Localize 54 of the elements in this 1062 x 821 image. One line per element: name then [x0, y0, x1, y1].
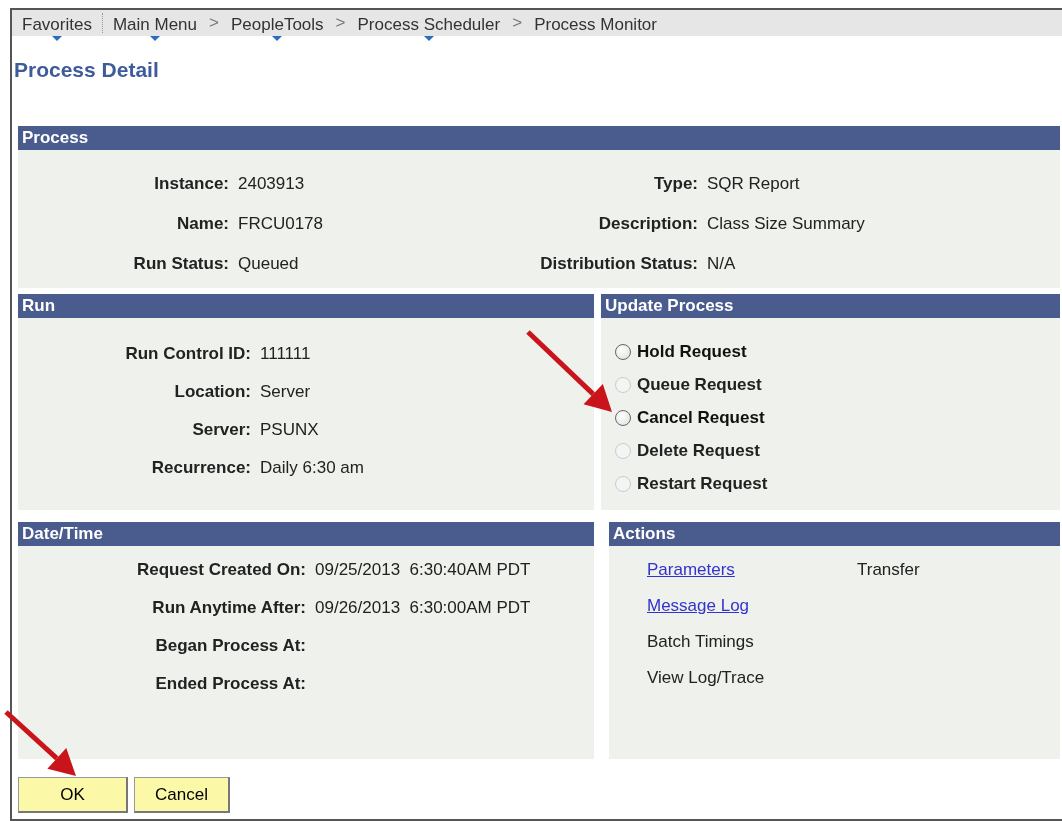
breadcrumb-item[interactable]: Main Menu: [106, 11, 204, 41]
field-value: N/A: [707, 254, 737, 274]
field-label: Request Created On:: [135, 560, 306, 580]
field-label: Run Control ID:: [124, 344, 251, 364]
breadcrumb-item[interactable]: PeopleTools: [224, 11, 330, 41]
field-value: PSUNX: [260, 420, 320, 440]
field-value: Daily 6:30 am: [260, 458, 365, 478]
breadcrumb-separator: >: [208, 13, 220, 33]
cancel-button[interactable]: Cancel: [134, 777, 230, 813]
field-label: Run Status:: [132, 254, 229, 274]
field-value: Server: [260, 382, 312, 402]
field-value: Class Size Summary: [707, 214, 866, 234]
ok-button[interactable]: OK: [18, 777, 128, 813]
action-label: Batch Timings: [647, 632, 754, 652]
section-header: Update Process: [601, 294, 1060, 318]
field-label: Began Process At:: [154, 636, 306, 656]
section-header: Process: [18, 126, 1060, 150]
annotation-arrow: [4, 710, 76, 776]
dropdown-icon: [51, 36, 62, 41]
field-label: Name:: [176, 214, 229, 234]
breadcrumb-item[interactable]: Process Scheduler: [351, 11, 507, 41]
action-link[interactable]: Message Log: [647, 596, 750, 616]
field-label: Recurrence:: [150, 458, 251, 478]
field-label: Server:: [191, 420, 251, 440]
action-label: Transfer: [857, 560, 920, 580]
field-value: 09/25/2013 6:30:40AM PDT: [315, 560, 532, 580]
dropdown-icon: [149, 36, 160, 41]
page-title: Process Detail: [14, 58, 159, 82]
action-link[interactable]: Parameters: [647, 560, 735, 580]
field-label: Type:: [652, 174, 698, 194]
breadcrumb-item[interactable]: Favorites: [16, 11, 98, 41]
field-label: Description:: [597, 214, 698, 234]
dropdown-icon: [272, 36, 283, 41]
breadcrumb-separator: >: [511, 13, 524, 33]
section-header: Run: [18, 294, 594, 318]
section-header: Date/Time: [18, 522, 594, 546]
field-value: FRCU0178: [238, 214, 325, 234]
radio-option[interactable]: Cancel Request: [615, 408, 765, 428]
field-label: Distribution Status:: [539, 254, 698, 274]
section-header: Actions: [609, 522, 1060, 546]
field-label: Run Anytime After:: [151, 598, 306, 618]
field-label: Ended Process At:: [154, 674, 306, 694]
field-value: 111111: [260, 344, 312, 364]
radio-option[interactable]: Hold Request: [615, 342, 747, 362]
field-value: 09/26/2013 6:30:00AM PDT: [315, 598, 532, 618]
field-value: SQR Report: [707, 174, 801, 194]
breadcrumb-item[interactable]: Process Monitor: [528, 11, 663, 41]
action-label: View Log/Trace: [647, 668, 765, 688]
dropdown-icon: [423, 36, 434, 41]
breadcrumb-separator: >: [334, 13, 347, 33]
field-value: Queued: [238, 254, 300, 274]
field-label: Location:: [173, 382, 251, 402]
field-label: Instance:: [153, 174, 229, 194]
field-value: 2403913: [238, 174, 306, 194]
